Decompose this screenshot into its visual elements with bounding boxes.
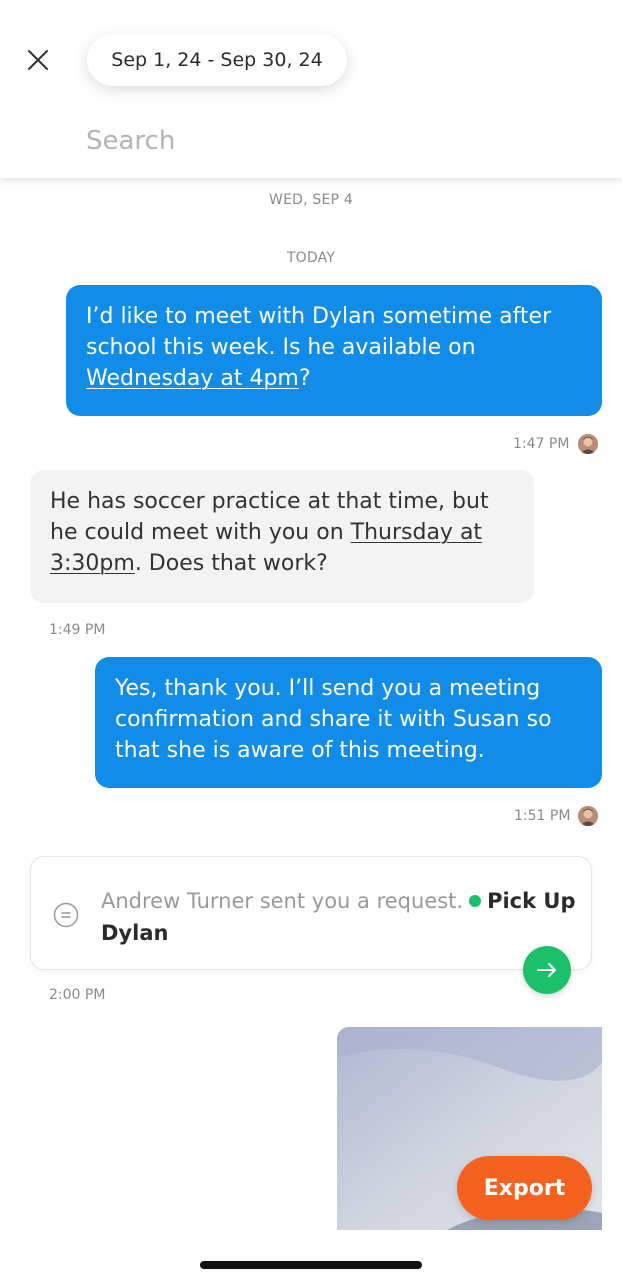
open-request-button[interactable] [523, 946, 571, 994]
date-range-label: Sep 1, 24 - Sep 30, 24 [111, 49, 323, 71]
message-text: Yes, thank you. I’ll send you a meeting … [115, 676, 552, 763]
date-link[interactable]: Wednesday at 4pm [86, 366, 299, 391]
search-input[interactable] [86, 118, 566, 164]
header: Sep 1, 24 - Sep 30, 24 [0, 0, 622, 178]
message-text-end: ? [298, 366, 311, 391]
avatar [578, 434, 598, 454]
date-range-button[interactable]: Sep 1, 24 - Sep 30, 24 [87, 34, 347, 86]
outgoing-message[interactable]: Yes, thank you. I’ll send you a meeting … [95, 657, 602, 788]
request-card[interactable]: Andrew Turner sent you a request. Pick Up… [30, 856, 592, 970]
status-dot [469, 895, 482, 907]
date-separator: WED, SEP 4 [269, 192, 353, 208]
request-list-icon [53, 902, 79, 928]
message-text-end: . Does that work? [134, 551, 328, 576]
arrow-right-icon [537, 963, 556, 977]
message-time: 2:00 PM [49, 987, 106, 1003]
close-icon [28, 50, 48, 70]
request-prefix: Andrew Turner sent you a request. [101, 889, 464, 913]
outgoing-message[interactable]: I’d like to meet with Dylan sometime aft… [66, 285, 602, 416]
user-avatar-icon [578, 806, 598, 826]
home-indicator [200, 1261, 422, 1269]
export-button[interactable]: Export [457, 1156, 592, 1220]
message-time: 1:49 PM [49, 622, 106, 638]
user-avatar-icon [578, 434, 598, 454]
export-label: Export [483, 1175, 566, 1201]
incoming-message[interactable]: He has soccer practice at that time, but… [30, 470, 534, 603]
avatar [578, 806, 598, 826]
message-text: I’d like to meet with Dylan sometime aft… [86, 304, 552, 360]
message-time: 1:47 PM [513, 436, 570, 452]
message-time: 1:51 PM [514, 808, 571, 824]
request-text: Andrew Turner sent you a request. Pick Up… [101, 885, 581, 949]
date-separator-today: TODAY [286, 250, 336, 266]
close-button[interactable] [22, 44, 54, 76]
